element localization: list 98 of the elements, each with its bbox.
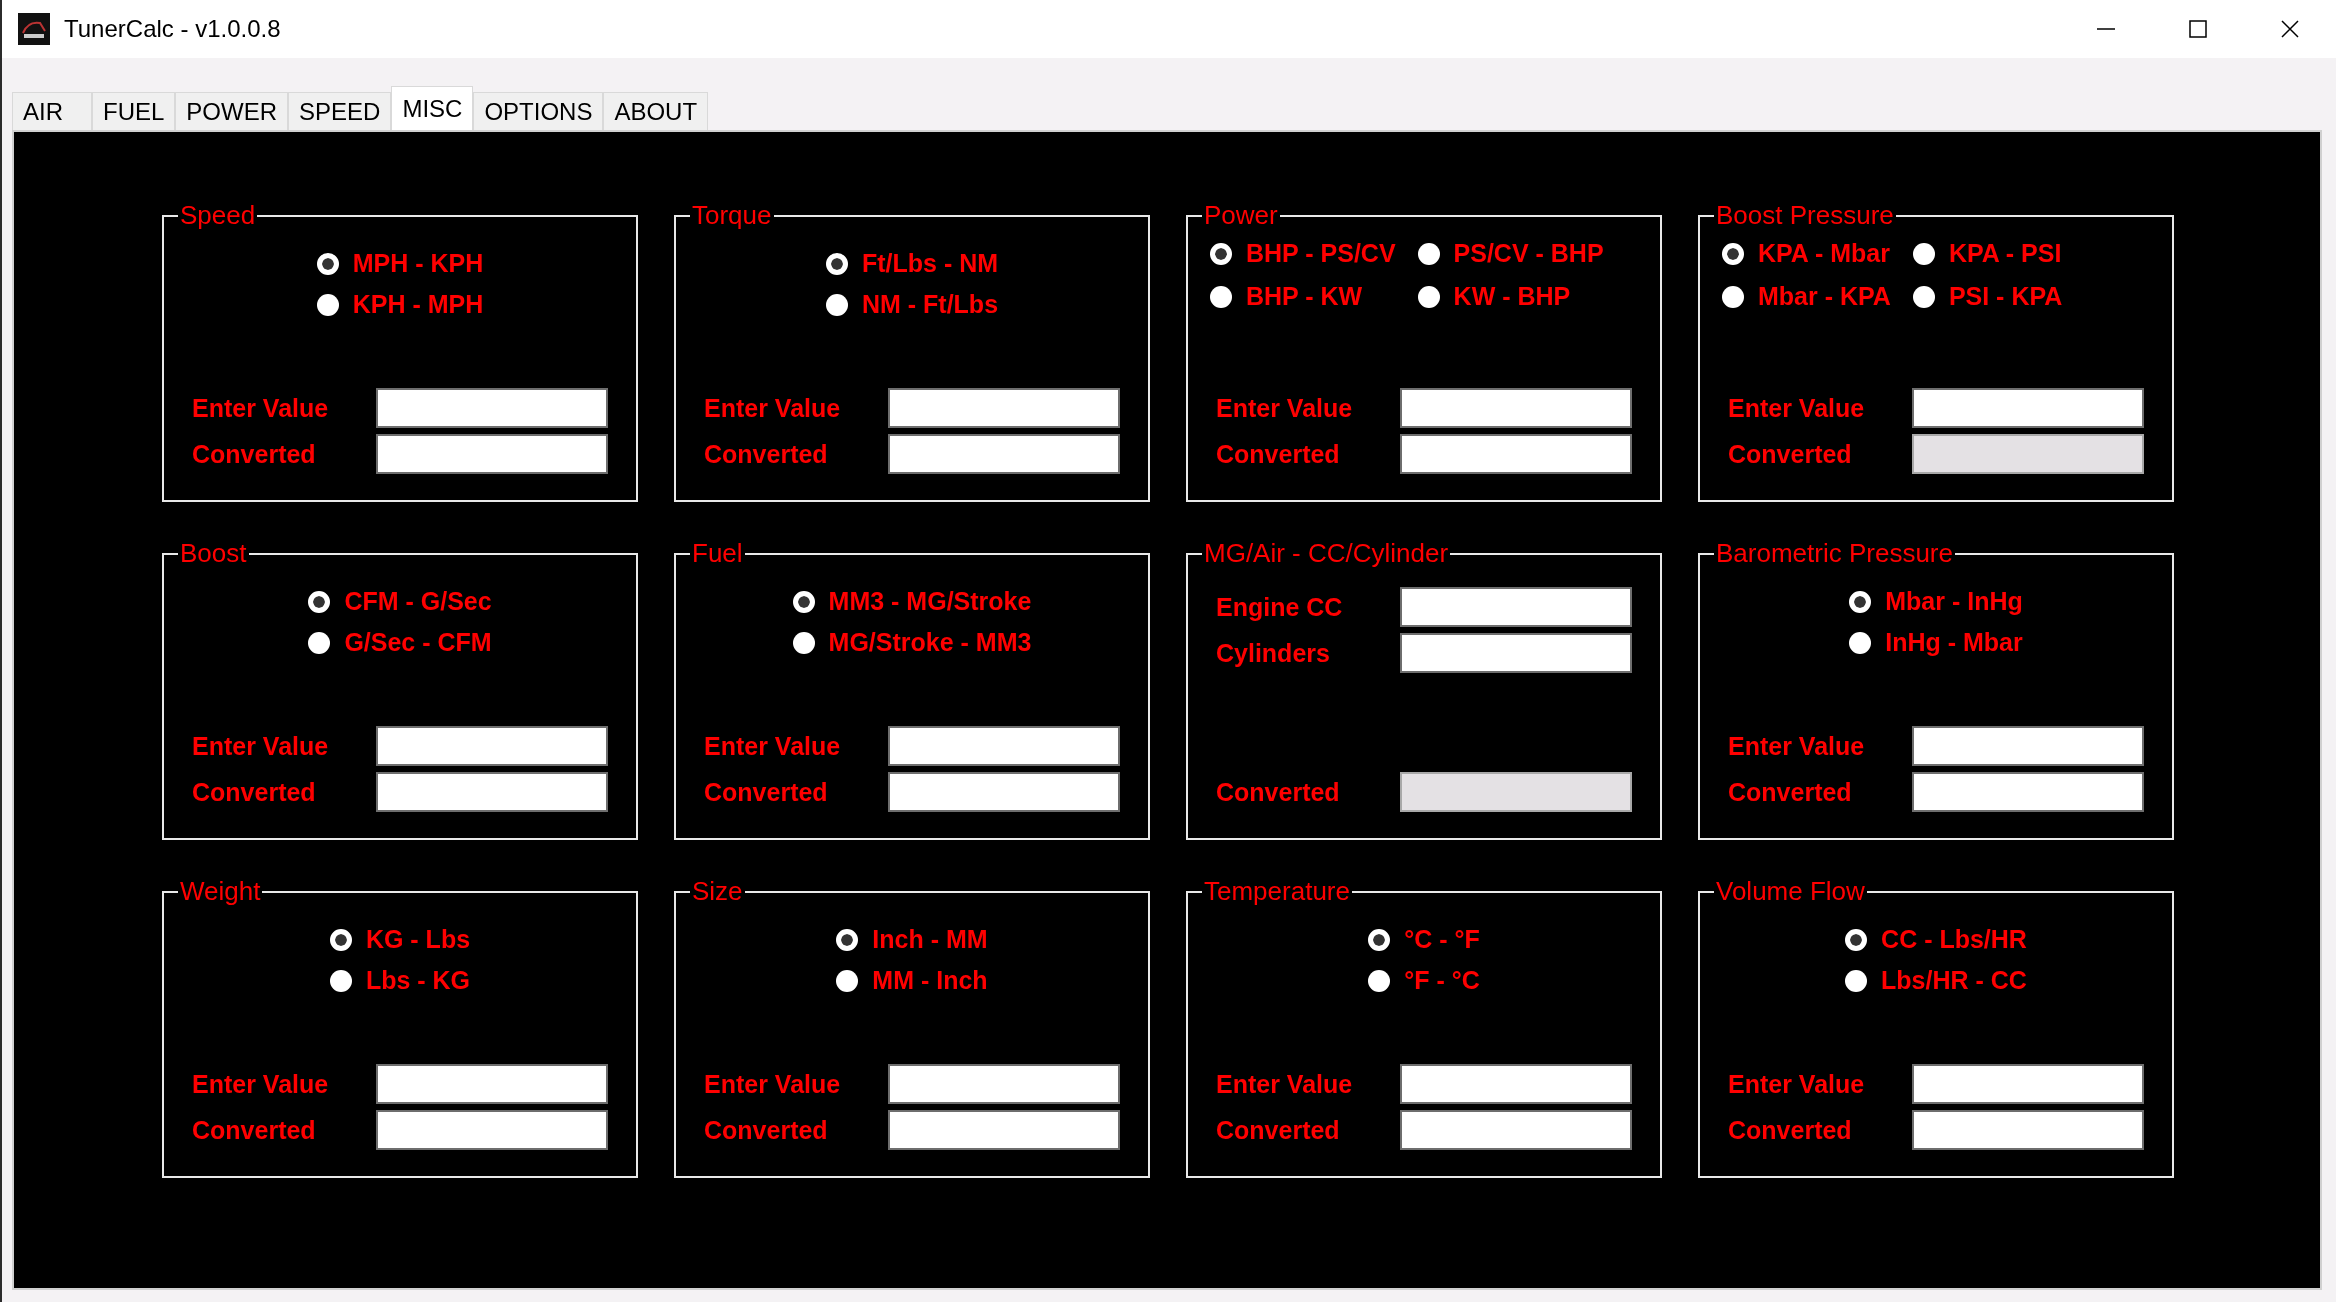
value-field[interactable]: [888, 388, 1120, 428]
tab[interactable]: POWER: [175, 92, 289, 130]
tab[interactable]: ABOUT: [603, 92, 709, 130]
close-icon: [2281, 20, 2299, 38]
value-field[interactable]: [376, 1064, 608, 1104]
group-title: Power: [1203, 200, 1279, 231]
field-label: Converted: [704, 777, 829, 807]
field-label: Cylinders: [1216, 638, 1331, 668]
value-field[interactable]: [376, 1110, 608, 1150]
radio-option[interactable]: BHP - KW: [1210, 282, 1396, 311]
app-logo-icon: [18, 13, 50, 45]
group-title: Fuel: [691, 538, 744, 569]
value-field[interactable]: [1400, 388, 1632, 428]
tab[interactable]: OPTIONS: [473, 92, 604, 130]
field-label: Enter Value: [704, 1069, 842, 1099]
field-label: Enter Value: [704, 393, 842, 423]
radio-option[interactable]: Mbar - InHg: [1849, 587, 2023, 616]
field-label: Engine CC: [1216, 592, 1344, 622]
radio-option[interactable]: MPH - KPH: [316, 249, 484, 278]
radio-option[interactable]: KPA - Mbar: [1722, 239, 1891, 268]
radio-option[interactable]: MM - Inch: [836, 966, 988, 995]
window-title: TunerCalc - v1.0.0.8: [64, 15, 282, 43]
value-field[interactable]: [888, 1064, 1120, 1104]
group-title: Speed: [179, 200, 257, 231]
field-label: Enter Value: [192, 731, 330, 761]
field-label: Converted: [192, 1115, 317, 1145]
radio-option[interactable]: InHg - Mbar: [1849, 628, 2023, 657]
field-label: Enter Value: [1728, 1069, 1866, 1099]
radio-option[interactable]: KPH - MPH: [316, 290, 484, 319]
radio-option[interactable]: PS/CV - BHP: [1417, 239, 1604, 268]
radio-option[interactable]: G/Sec - CFM: [308, 628, 492, 657]
tab[interactable]: FUEL: [92, 92, 176, 130]
value-field[interactable]: [376, 434, 608, 474]
value-field[interactable]: [888, 1110, 1120, 1150]
group-title: Weight: [179, 876, 262, 907]
value-field[interactable]: [1912, 772, 2144, 812]
field-label: Enter Value: [1216, 393, 1354, 423]
value-field[interactable]: [1912, 388, 2144, 428]
group-title: Torque: [691, 200, 773, 231]
radio-option[interactable]: Lbs/HR - CC: [1845, 966, 2027, 995]
tab[interactable]: SPEED: [288, 92, 392, 130]
group-title: Temperature: [1203, 876, 1351, 907]
field-label: Enter Value: [704, 731, 842, 761]
field-label: Enter Value: [192, 393, 330, 423]
radio-option[interactable]: Inch - MM: [836, 925, 988, 954]
value-field[interactable]: [888, 434, 1120, 474]
radio-option[interactable]: °F - °C: [1368, 966, 1480, 995]
group-title: MG/Air - CC/Cylinder: [1203, 538, 1450, 569]
radio-option[interactable]: MM3 - MG/Stroke: [792, 587, 1032, 616]
field-label: Converted: [704, 1115, 829, 1145]
field-label: Converted: [192, 777, 317, 807]
radio-option[interactable]: KPA - PSI: [1912, 239, 2063, 268]
value-field[interactable]: [376, 388, 608, 428]
field-label: Converted: [192, 439, 317, 469]
radio-option[interactable]: Lbs - KG: [329, 966, 471, 995]
value-field[interactable]: [1400, 633, 1632, 673]
maximize-icon: [2189, 20, 2207, 38]
value-field[interactable]: [1400, 587, 1632, 627]
field-label: Enter Value: [1216, 1069, 1354, 1099]
group-title: Barometric Pressure: [1715, 538, 1954, 569]
field-label: Enter Value: [1728, 393, 1866, 423]
value-field[interactable]: [376, 772, 608, 812]
value-field[interactable]: [376, 726, 608, 766]
tab[interactable]: AIR: [12, 92, 92, 130]
radio-option[interactable]: BHP - PS/CV: [1210, 239, 1396, 268]
radio-option[interactable]: KG - Lbs: [329, 925, 471, 954]
radio-option[interactable]: Mbar - KPA: [1722, 282, 1891, 311]
value-field[interactable]: [888, 726, 1120, 766]
radio-option[interactable]: °C - °F: [1368, 925, 1480, 954]
radio-option[interactable]: CC - Lbs/HR: [1845, 925, 2027, 954]
value-field[interactable]: [1400, 434, 1632, 474]
tab[interactable]: MISC: [391, 86, 474, 130]
radio-option[interactable]: PSI - KPA: [1912, 282, 2063, 311]
group-title: Size: [691, 876, 744, 907]
value-field[interactable]: [1400, 1064, 1632, 1104]
radio-option[interactable]: Ft/Lbs - NM: [825, 249, 999, 278]
minimize-icon: [2097, 28, 2115, 30]
field-label: Converted: [1728, 1115, 1853, 1145]
radio-option[interactable]: MG/Stroke - MM3: [792, 628, 1032, 657]
radio-option[interactable]: KW - BHP: [1417, 282, 1604, 311]
value-field[interactable]: [1912, 1064, 2144, 1104]
group-title: Boost Pressure: [1715, 200, 1895, 231]
field-label: Converted: [1728, 439, 1853, 469]
radio-option[interactable]: NM - Ft/Lbs: [825, 290, 999, 319]
field-label: Converted: [1216, 439, 1341, 469]
value-field[interactable]: [1912, 1110, 2144, 1150]
value-field[interactable]: [1400, 1110, 1632, 1150]
value-field[interactable]: [1912, 726, 2144, 766]
field-label: Enter Value: [192, 1069, 330, 1099]
field-label: Converted: [1728, 777, 1853, 807]
radio-option[interactable]: CFM - G/Sec: [308, 587, 492, 616]
field-label: Converted: [1216, 777, 1341, 807]
field-label: Converted: [704, 439, 829, 469]
field-label: Enter Value: [1728, 731, 1866, 761]
group-title: Volume Flow: [1715, 876, 1866, 907]
value-field[interactable]: [888, 772, 1120, 812]
group-title: Boost: [179, 538, 248, 569]
field-label: Converted: [1216, 1115, 1341, 1145]
